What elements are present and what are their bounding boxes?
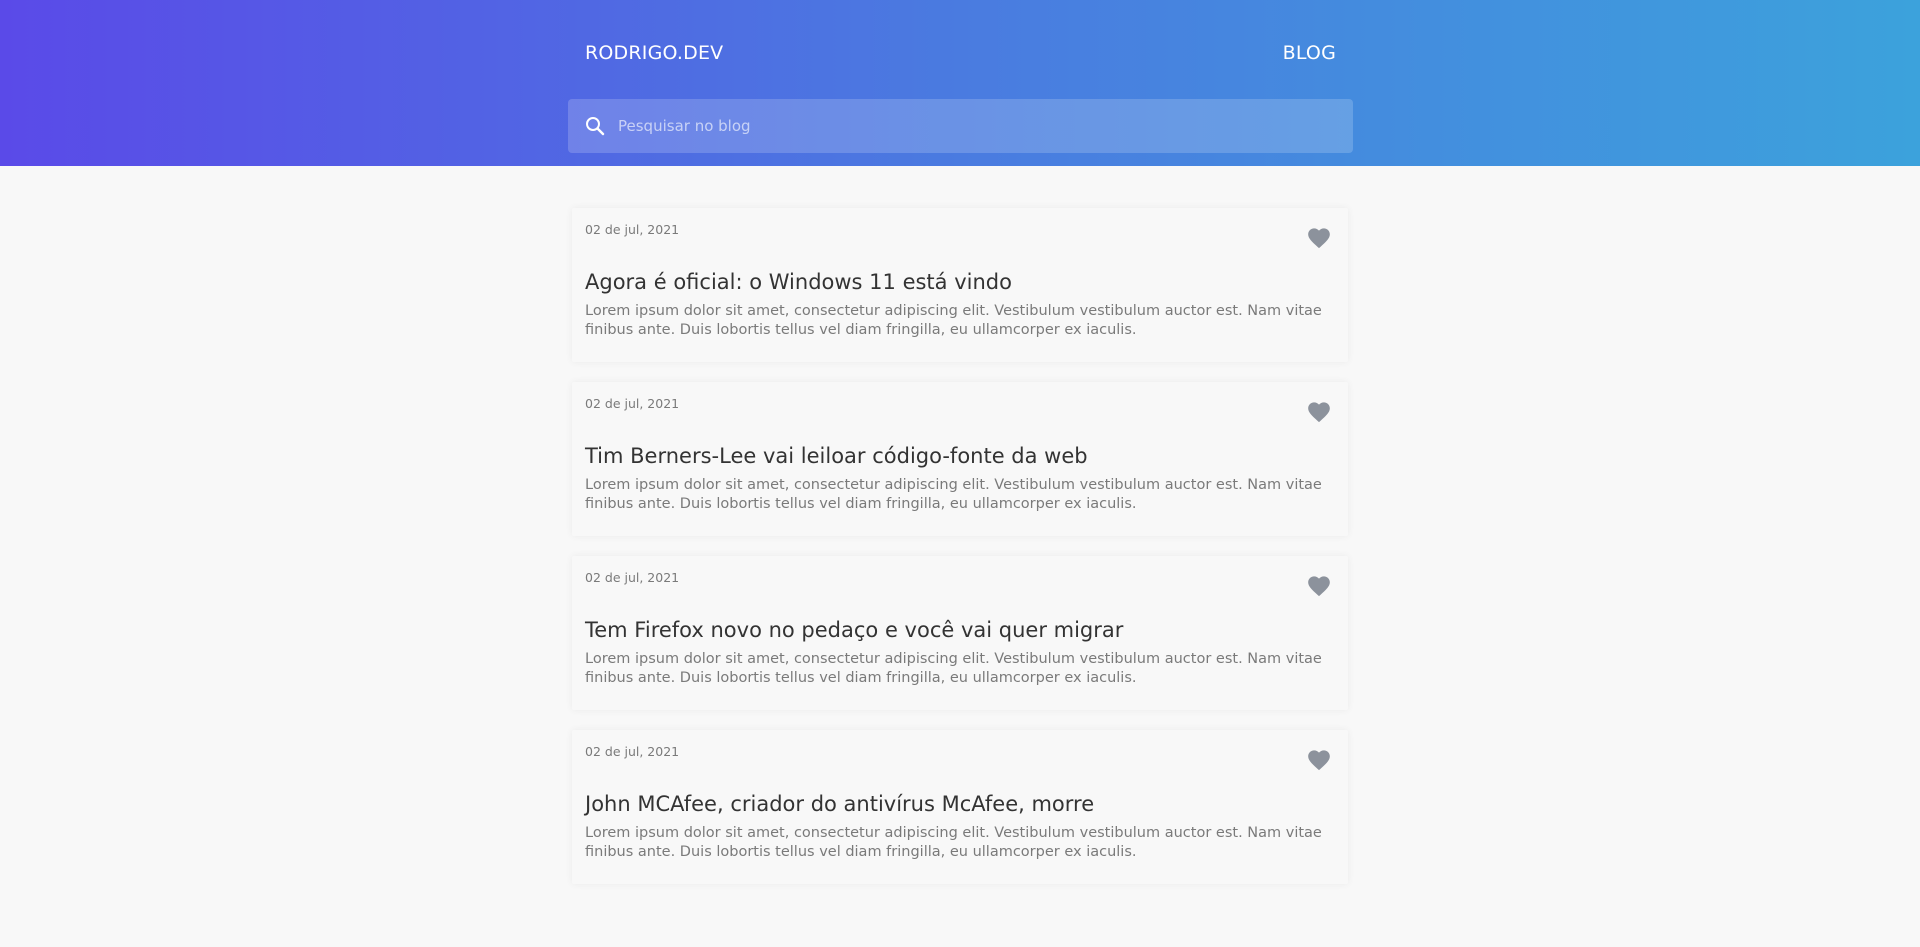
post-excerpt: Lorem ipsum dolor sit amet, consectetur … [585,651,1322,686]
post-excerpt: Lorem ipsum dolor sit amet, consectetur … [585,477,1322,512]
post-card[interactable]: 02 de jul, 2021 Agora é oficial: o Windo… [572,208,1348,362]
post-card[interactable]: 02 de jul, 2021 Tim Berners-Lee vai leil… [572,382,1348,536]
post-title[interactable]: John MCAfee, criador do antivírus McAfee… [585,790,1335,818]
heart-icon[interactable] [1306,225,1332,249]
brand-link[interactable]: RODRIGO.DEV [585,42,723,64]
heart-icon[interactable] [1306,399,1332,423]
post-date: 02 de jul, 2021 [585,744,680,759]
search-bar[interactable] [568,98,1353,154]
post-title[interactable]: Tem Firefox novo no pedaço e você vai qu… [585,616,1335,644]
search-input[interactable] [616,98,1353,154]
heart-icon[interactable] [1306,747,1332,771]
post-list: 02 de jul, 2021 Agora é oficial: o Windo… [572,208,1348,904]
post-title[interactable]: Tim Berners-Lee vai leiloar código-fonte… [585,442,1335,470]
search-icon [584,115,606,137]
site-header: RODRIGO.DEV BLOG [0,0,1920,166]
post-date: 02 de jul, 2021 [585,570,680,585]
post-date: 02 de jul, 2021 [585,396,680,411]
post-excerpt: Lorem ipsum dolor sit amet, consectetur … [585,303,1322,338]
post-date: 02 de jul, 2021 [585,222,680,237]
post-card[interactable]: 02 de jul, 2021 Tem Firefox novo no peda… [572,556,1348,710]
nav-blog-link[interactable]: BLOG [1283,42,1336,64]
heart-icon[interactable] [1306,573,1332,597]
post-excerpt: Lorem ipsum dolor sit amet, consectetur … [585,825,1322,860]
post-title[interactable]: Agora é oficial: o Windows 11 está vindo [585,268,1335,296]
post-card[interactable]: 02 de jul, 2021 John MCAfee, criador do … [572,730,1348,884]
header-container: RODRIGO.DEV BLOG [568,0,1353,166]
